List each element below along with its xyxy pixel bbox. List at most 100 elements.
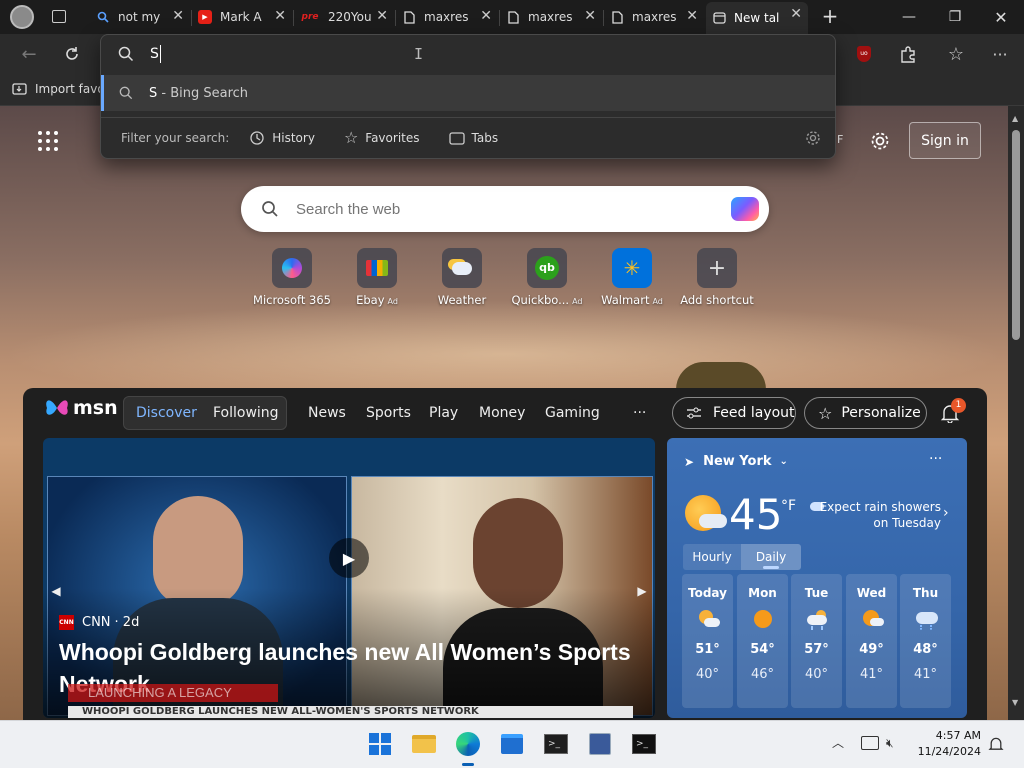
file-explorer-icon[interactable] <box>410 730 438 758</box>
notifications-bell-icon[interactable]: 1 <box>940 398 966 427</box>
weather-alert-chevron-icon[interactable]: › <box>943 505 949 521</box>
shortcut-label: Weather <box>437 293 487 307</box>
sign-in-button[interactable]: Sign in <box>909 122 981 159</box>
tab-4[interactable]: maxres ✕ <box>396 4 498 30</box>
page-settings-icon[interactable] <box>869 130 891 152</box>
network-tool-icon[interactable] <box>586 730 614 758</box>
refresh-button[interactable] <box>57 39 87 69</box>
shortcut-add[interactable]: + Add shortcut <box>677 248 757 307</box>
ublock-extension-icon[interactable]: uo <box>849 39 879 69</box>
weather-alert[interactable]: Expect rain showers on Tuesday <box>817 499 941 531</box>
clock-time[interactable]: 4:57 AM <box>935 729 981 742</box>
forecast-day[interactable]: Mon 54° 46° <box>737 574 788 708</box>
shortcut-ebay[interactable]: Ebay Ad <box>337 248 417 307</box>
import-favorites-item[interactable]: Import favor <box>12 82 110 96</box>
close-tab-icon[interactable]: ✕ <box>274 8 286 24</box>
close-tab-icon[interactable]: ✕ <box>686 8 698 24</box>
close-tab-icon[interactable]: ✕ <box>790 6 802 22</box>
notification-bell-icon[interactable] <box>988 736 1004 756</box>
nav-sports[interactable]: Sports <box>366 405 411 421</box>
shortcut-walmart[interactable]: ✳ Walmart Ad <box>592 248 672 307</box>
address-bar[interactable]: S I <box>101 35 835 73</box>
tab-actions-icon[interactable] <box>52 10 66 23</box>
close-tab-icon[interactable]: ✕ <box>480 8 492 24</box>
suggestion-row[interactable]: S - Bing Search <box>101 75 835 111</box>
tab-discover[interactable]: Discover <box>136 405 197 421</box>
search-icon <box>119 86 133 100</box>
nav-money[interactable]: Money <box>479 405 525 421</box>
minimize-button[interactable]: — <box>886 0 932 34</box>
filter-tabs[interactable]: Tabs <box>448 131 498 145</box>
new-tab-button[interactable]: + <box>818 4 842 28</box>
play-button[interactable]: ▶ <box>329 538 369 578</box>
filter-history[interactable]: History <box>249 130 315 146</box>
nav-play[interactable]: Play <box>429 405 458 421</box>
back-button[interactable]: ← <box>14 39 44 69</box>
carousel-next-button[interactable]: ▶ <box>633 576 651 606</box>
carousel-prev-button[interactable]: ◀ <box>47 576 65 606</box>
web-search-box[interactable] <box>241 186 769 232</box>
shortcut-weather[interactable]: Weather <box>422 248 502 307</box>
rain-icon <box>806 610 828 630</box>
weather-more-icon[interactable]: ··· <box>929 451 942 467</box>
tab-3[interactable]: pre 220You ✕ <box>294 4 394 30</box>
nav-more[interactable]: ··· <box>633 405 646 421</box>
filter-favorites[interactable]: ☆ Favorites <box>344 128 420 147</box>
microsoft-store-icon[interactable] <box>498 730 526 758</box>
tab-6[interactable]: maxres ✕ <box>604 4 704 30</box>
personalize-star-icon: ☆ <box>818 403 833 423</box>
close-tab-icon[interactable]: ✕ <box>172 8 184 24</box>
favorites-icon[interactable]: ☆ <box>941 39 971 69</box>
forecast-day[interactable]: Wed 49° 41° <box>846 574 897 708</box>
tab-5[interactable]: maxres ✕ <box>500 4 602 30</box>
weather-location[interactable]: ➤ New York ⌄ <box>684 454 788 469</box>
feed-layout-label: Feed layout <box>713 405 795 421</box>
volume-muted-icon[interactable]: 🔇︎ <box>886 736 894 751</box>
personalize-button[interactable]: ☆ Personalize <box>804 397 927 429</box>
forecast-day[interactable]: Thu 48° 41° <box>900 574 951 708</box>
web-search-input[interactable] <box>296 200 696 218</box>
forecast-low: 41° <box>913 667 938 682</box>
feed-layout-button[interactable]: Feed layout <box>672 397 796 429</box>
forecast-day-name: Today <box>688 586 727 600</box>
story-source[interactable]: CNN CNN · 2d <box>59 615 139 630</box>
current-temperature: 45 <box>729 490 783 539</box>
tab-2[interactable]: ▶ Mark A ✕ <box>192 4 292 30</box>
nav-gaming[interactable]: Gaming <box>545 405 600 421</box>
forecast-day[interactable]: Tue 57° 40° <box>791 574 842 708</box>
show-hidden-icons-chevron[interactable]: ︿ <box>832 734 844 751</box>
apps-launcher-icon[interactable] <box>38 131 58 151</box>
maximize-button[interactable]: ❐ <box>932 0 978 34</box>
address-bar-text[interactable]: S <box>150 46 159 62</box>
close-tab-icon[interactable]: ✕ <box>584 8 596 24</box>
scroll-thumb[interactable] <box>1012 130 1020 340</box>
daily-tab-indicator <box>763 566 779 569</box>
msn-logo[interactable]: msn <box>44 396 118 420</box>
tab-1[interactable]: not my ✕ <box>90 4 190 30</box>
command-prompt-icon[interactable]: >_ <box>630 730 658 758</box>
shortcut-microsoft-365[interactable]: Microsoft 365 <box>252 248 332 307</box>
close-window-button[interactable]: ✕ <box>978 0 1024 34</box>
close-tab-icon[interactable]: ✕ <box>376 8 388 24</box>
page-scrollbar[interactable]: ▲ ▼ <box>1008 106 1024 720</box>
nav-news[interactable]: News <box>308 405 346 421</box>
forecast-day[interactable]: Today 51° 40° <box>682 574 733 708</box>
scroll-down-arrow[interactable]: ▼ <box>1012 698 1018 707</box>
terminal-icon[interactable]: >_ <box>542 730 570 758</box>
featured-story-card[interactable]: ▶ ◀ ▶ CNN CNN · 2d Whoopi Goldberg launc… <box>43 438 655 718</box>
tab-7-active[interactable]: New tal ✕ <box>706 2 808 34</box>
profile-avatar[interactable] <box>10 5 34 29</box>
forecast-high: 54° <box>750 642 775 657</box>
copilot-icon[interactable] <box>731 197 759 221</box>
edge-browser-icon[interactable] <box>454 730 482 758</box>
extensions-icon[interactable] <box>893 39 923 69</box>
settings-more-icon[interactable]: ··· <box>985 39 1015 69</box>
tab-following[interactable]: Following <box>213 405 279 421</box>
start-windows-icon[interactable] <box>366 730 394 758</box>
shortcut-quickbooks[interactable]: qb Quickbo... Ad <box>507 248 587 307</box>
clock-date[interactable]: 11/24/2024 <box>915 745 981 758</box>
tray-app-icon[interactable] <box>861 736 879 750</box>
tab-hourly[interactable]: Hourly <box>683 544 741 570</box>
filter-settings-icon[interactable] <box>805 130 821 149</box>
scroll-up-arrow[interactable]: ▲ <box>1012 114 1018 123</box>
